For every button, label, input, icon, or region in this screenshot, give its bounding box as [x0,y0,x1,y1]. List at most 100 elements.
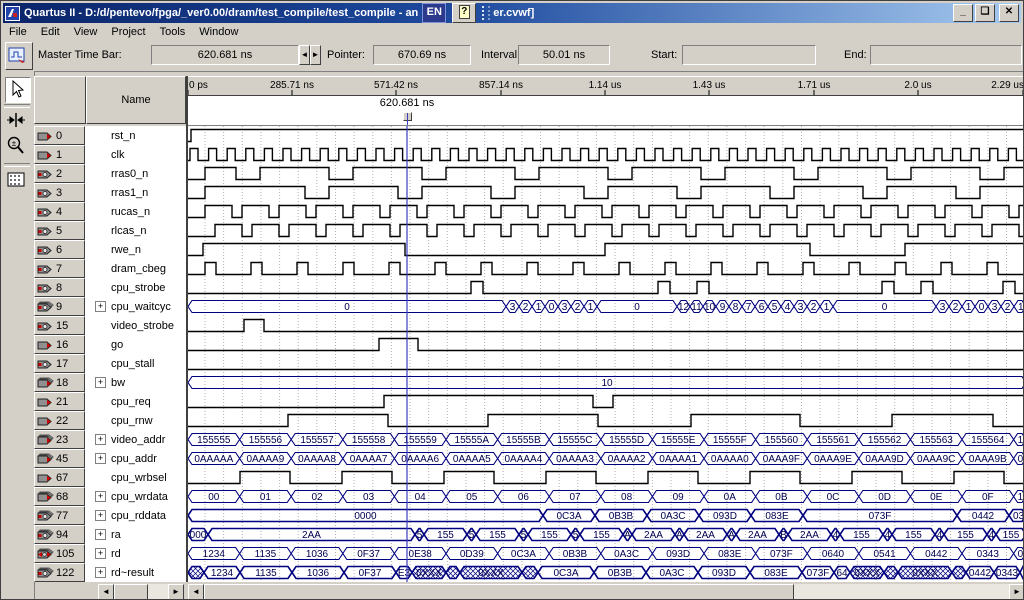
waveform-tool-button[interactable] [5,42,33,70]
signal-number-cell[interactable]: 3 [34,183,85,202]
expand-plus-icon[interactable]: + [95,529,106,540]
master-time-bar-left-arrow[interactable]: ◄ [299,45,310,65]
signal-row-ra[interactable]: 94+ra [34,525,186,544]
expand-plus-icon[interactable]: + [95,377,106,388]
signal-number-cell[interactable]: 6 [34,240,85,259]
master-time-bar-field[interactable]: 620.681 ns [151,45,299,65]
signal-row-video_strobe[interactable]: 15video_strobe [34,316,186,335]
signal-name-cell[interactable]: +video_addr [85,430,186,449]
menu-item-window[interactable]: Window [193,25,246,39]
menu-item-project[interactable]: Project [105,25,153,39]
signal-name-cell[interactable]: rlcas_n [85,221,186,240]
signal-row-cpu_stall[interactable]: 17cpu_stall [34,354,186,373]
signal-row-bw[interactable]: 18+bw [34,373,186,392]
signal-number-cell[interactable]: 1 [34,145,85,164]
expand-plus-icon[interactable]: + [95,510,106,521]
signal-number-cell[interactable]: 7 [34,259,85,278]
menu-item-file[interactable]: File [3,25,35,39]
signal-name-cell[interactable]: rras0_n [85,164,186,183]
signal-number-cell[interactable]: 16 [34,335,85,354]
expand-plus-icon[interactable]: + [95,453,106,464]
signal-name-cell[interactable]: cpu_req [85,392,186,411]
signal-name-cell[interactable]: rwe_n [85,240,186,259]
signal-number-cell[interactable]: 23 [34,430,85,449]
signal-name-cell[interactable]: cpu_strobe [85,278,186,297]
signal-number-cell[interactable]: 22 [34,411,85,430]
signal-number-cell[interactable]: 105 [34,544,85,563]
signal-row-rd[interactable]: 105+rd [34,544,186,563]
signal-name-cell[interactable]: +cpu_wrdata [85,487,186,506]
signal-row-rras0_n[interactable]: 2rras0_n [34,164,186,183]
end-field[interactable] [870,45,1022,65]
signal-name-cell[interactable]: clk [85,145,186,164]
signal-row-rucas_n[interactable]: 4rucas_n [34,202,186,221]
signal-number-cell[interactable]: 77 [34,506,85,525]
signal-name-cell[interactable]: +bw [85,373,186,392]
restore-button[interactable]: ❏ [975,4,995,22]
signal-number-cell[interactable]: 18 [34,373,85,392]
start-field[interactable] [682,45,816,65]
signal-name-cell[interactable]: cpu_rnw [85,411,186,430]
toolbar-grip-handle[interactable] [482,6,490,20]
signal-number-cell[interactable]: 4 [34,202,85,221]
signal-name-cell[interactable]: rucas_n [85,202,186,221]
signal-row-cpu_strobe[interactable]: 8cpu_strobe [34,278,186,297]
signal-row-cpu_req[interactable]: 21cpu_req [34,392,186,411]
time-bar-tool-button[interactable] [5,109,29,133]
zoom-tool-button[interactable]: ± [5,135,29,159]
name-column-header[interactable]: Name [86,76,186,124]
signal-number-cell[interactable]: 2 [34,164,85,183]
scroll-right-arrow-icon[interactable]: ► [1009,584,1024,600]
signal-name-cell[interactable]: cpu_wrbsel [85,468,186,487]
signal-name-cell[interactable]: cpu_stall [85,354,186,373]
minimize-button[interactable]: _ [953,4,973,22]
signal-number-cell[interactable]: 8 [34,278,85,297]
menu-item-tools[interactable]: Tools [154,25,194,39]
selection-tool-button[interactable] [5,77,31,103]
waveform-canvas[interactable]: 0321032101211109876543210321032110155555… [188,126,1024,582]
expand-plus-icon[interactable]: + [95,434,106,445]
signal-row-cpu_rnw[interactable]: 22cpu_rnw [34,411,186,430]
language-indicator-badge[interactable]: EN [422,3,446,23]
signal-name-cell[interactable]: dram_cbeg [85,259,186,278]
signal-number-cell[interactable]: 67 [34,468,85,487]
master-time-bar-right-arrow[interactable]: ► [310,45,321,65]
signal-row-cpu_wrbsel[interactable]: 67cpu_wrbsel [34,468,186,487]
scroll-left-arrow-icon[interactable]: ◄ [98,584,114,600]
signal-name-cell[interactable]: go [85,335,186,354]
signal-row-rlcas_n[interactable]: 5rlcas_n [34,221,186,240]
signal-row-rd~result[interactable]: 122+rd~result [34,563,186,582]
marker-band[interactable]: 620.681 ns [188,96,1024,126]
signal-number-cell[interactable]: 9 [34,297,85,316]
close-button[interactable]: ✕ [999,4,1019,22]
signal-name-cell[interactable]: +cpu_waitcyc [85,297,186,316]
scroll-left-arrow-icon[interactable]: ◄ [188,584,204,600]
signal-row-clk[interactable]: 1clk [34,145,186,164]
signal-row-go[interactable]: 16go [34,335,186,354]
signal-row-rras1_n[interactable]: 3rras1_n [34,183,186,202]
signal-name-cell[interactable]: rras1_n [85,183,186,202]
signal-number-cell[interactable]: 94 [34,525,85,544]
signal-number-cell[interactable]: 45 [34,449,85,468]
signal-number-cell[interactable]: 5 [34,221,85,240]
signal-number-cell[interactable]: 68 [34,487,85,506]
expand-plus-icon[interactable]: + [95,301,106,312]
signal-name-cell[interactable]: +rd~result [85,563,186,582]
menu-item-edit[interactable]: Edit [35,25,68,39]
language-help-button[interactable]: ? [452,3,476,23]
timeline-header[interactable]: 0 ps285.71 ns571.42 ns857.14 ns1.14 us1.… [188,76,1024,96]
signal-number-cell[interactable]: 15 [34,316,85,335]
signal-row-dram_cbeg[interactable]: 7dram_cbeg [34,259,186,278]
signal-number-cell[interactable]: 122 [34,563,85,582]
signal-number-cell[interactable]: 0 [34,126,85,145]
signal-row-cpu_rddata[interactable]: 77+cpu_rddata [34,506,186,525]
wave-scroll-thumb[interactable] [204,584,794,600]
signal-row-video_addr[interactable]: 23+video_addr [34,430,186,449]
signal-row-cpu_wrdata[interactable]: 68+cpu_wrdata [34,487,186,506]
expand-plus-icon[interactable]: + [95,567,106,578]
signal-number-cell[interactable]: 17 [34,354,85,373]
expand-plus-icon[interactable]: + [95,548,106,559]
signal-name-cell[interactable]: rst_n [85,126,186,145]
signal-name-cell[interactable]: +rd [85,544,186,563]
signal-name-cell[interactable]: +cpu_addr [85,449,186,468]
